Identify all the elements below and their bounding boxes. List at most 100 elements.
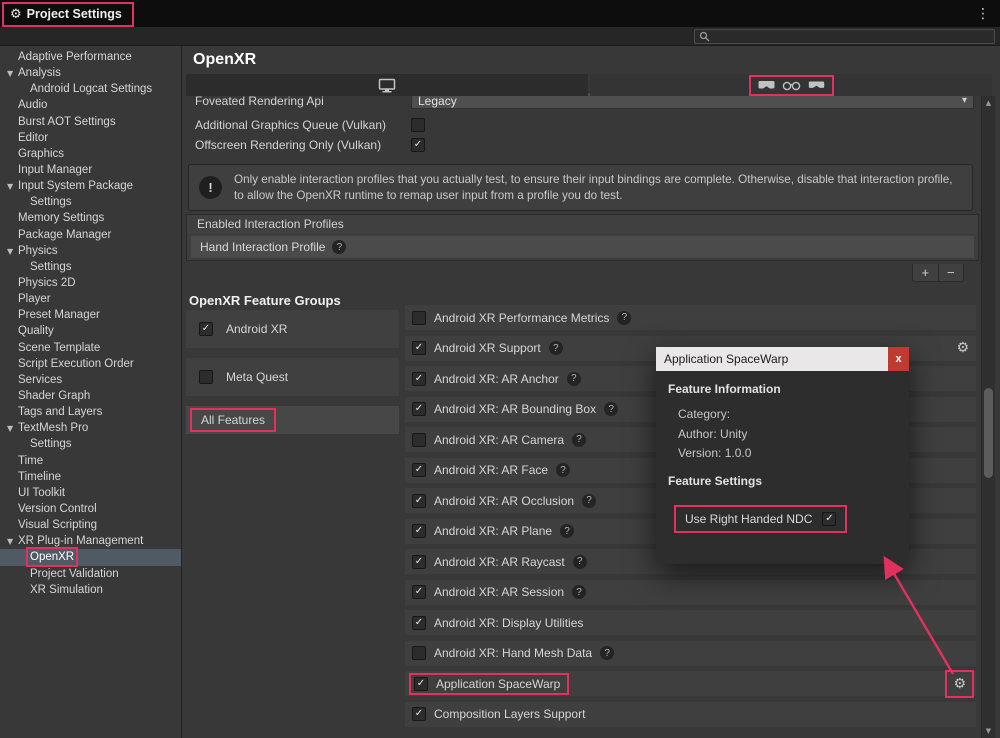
- sidebar-item-input-system-package[interactable]: ▼Input System Package: [0, 178, 181, 194]
- sidebar-item-openxr[interactable]: OpenXR: [0, 549, 181, 565]
- sidebar-item-burst-aot-settings[interactable]: Burst AOT Settings: [0, 114, 181, 130]
- tab-desktop-platform[interactable]: [186, 74, 588, 96]
- feature-toggle: Android XR: AR Camera?: [412, 433, 586, 447]
- sidebar-item-audio[interactable]: Audio: [0, 97, 181, 113]
- sidebar-item-label: Editor: [18, 132, 48, 144]
- sidebar-item-tags-and-layers[interactable]: Tags and Layers: [0, 404, 181, 420]
- checkbox[interactable]: ✓: [412, 616, 426, 630]
- search-input[interactable]: [713, 31, 990, 43]
- sidebar-item-project-validation[interactable]: Project Validation: [0, 566, 181, 582]
- kebab-menu-icon[interactable]: ⋮: [976, 6, 990, 22]
- checkbox[interactable]: [412, 311, 426, 325]
- sidebar-item-player[interactable]: Player: [0, 291, 181, 307]
- feature-row-android-xr-hand-mesh-data: Android XR: Hand Mesh Data?: [405, 641, 976, 666]
- sidebar-item-quality[interactable]: Quality: [0, 323, 181, 339]
- sidebar-item-label: Shader Graph: [18, 390, 90, 402]
- search-box[interactable]: [694, 29, 995, 44]
- checkbox[interactable]: [199, 370, 213, 384]
- sidebar-item-scene-template[interactable]: Scene Template: [0, 340, 181, 356]
- tab-xr-devices-platform[interactable]: [590, 74, 992, 96]
- help-icon[interactable]: ?: [549, 341, 563, 355]
- popup-header[interactable]: Application SpaceWarp x: [656, 347, 909, 371]
- sidebar-item-timeline[interactable]: Timeline: [0, 469, 181, 485]
- help-icon[interactable]: ?: [572, 433, 586, 447]
- expander-icon[interactable]: ▼: [4, 179, 18, 195]
- sidebar-item-android-logcat-settings[interactable]: Android Logcat Settings: [0, 81, 181, 97]
- expander-icon[interactable]: ▼: [4, 534, 18, 550]
- sidebar-item-settings[interactable]: Settings: [0, 194, 181, 210]
- sidebar: Adaptive Performance▼AnalysisAndroid Log…: [0, 46, 182, 738]
- expander-icon[interactable]: ▼: [4, 244, 18, 260]
- feature-group-all-features[interactable]: All Features: [186, 406, 399, 434]
- help-icon[interactable]: ?: [572, 585, 586, 599]
- sidebar-item-label: Package Manager: [18, 229, 111, 241]
- sidebar-item-settings[interactable]: Settings: [0, 259, 181, 275]
- expander-icon[interactable]: ▼: [4, 421, 18, 437]
- feature-information-heading: Feature Information: [668, 382, 897, 396]
- gear-icon[interactable]: ⚙: [945, 670, 974, 698]
- help-icon[interactable]: ?: [332, 240, 346, 254]
- sidebar-item-ui-toolkit[interactable]: UI Toolkit: [0, 485, 181, 501]
- feature-group-android-xr[interactable]: ✓Android XR: [186, 310, 399, 348]
- sidebar-item-editor[interactable]: Editor: [0, 130, 181, 146]
- feature-row-android-xr-performance-metrics: Android XR Performance Metrics?: [405, 305, 976, 330]
- checkbox[interactable]: ✓: [412, 402, 426, 416]
- help-icon[interactable]: ?: [567, 372, 581, 386]
- checkbox[interactable]: ✓: [412, 494, 426, 508]
- feature-toggle: Android XR: Hand Mesh Data?: [412, 646, 614, 660]
- feature-label: Android XR: AR Plane: [434, 524, 552, 538]
- sidebar-item-adaptive-performance[interactable]: Adaptive Performance: [0, 49, 181, 65]
- checkbox[interactable]: [412, 646, 426, 660]
- main-panel: OpenXR: [183, 46, 1000, 738]
- feature-group-meta-quest[interactable]: Meta Quest: [186, 358, 399, 396]
- sidebar-item-physics[interactable]: ▼Physics: [0, 243, 181, 259]
- use-right-handed-ndc-checkbox[interactable]: ✓: [822, 512, 836, 526]
- help-icon[interactable]: ?: [600, 646, 614, 660]
- help-icon[interactable]: ?: [582, 494, 596, 508]
- scrollbar-thumb[interactable]: [984, 388, 993, 478]
- sidebar-item-analysis[interactable]: ▼Analysis: [0, 65, 181, 81]
- checkbox[interactable]: ✓: [412, 463, 426, 477]
- sidebar-item-label: Scene Template: [18, 342, 100, 354]
- sidebar-item-script-execution-order[interactable]: Script Execution Order: [0, 356, 181, 372]
- vertical-scrollbar[interactable]: ▲ ▼: [981, 96, 995, 738]
- sidebar-item-package-manager[interactable]: Package Manager: [0, 227, 181, 243]
- sidebar-item-settings[interactable]: Settings: [0, 436, 181, 452]
- sidebar-item-services[interactable]: Services: [0, 372, 181, 388]
- help-icon[interactable]: ?: [573, 555, 587, 569]
- sidebar-item-xr-simulation[interactable]: XR Simulation: [0, 582, 181, 598]
- checkbox[interactable]: ✓: [414, 677, 428, 691]
- sidebar-item-time[interactable]: Time: [0, 453, 181, 469]
- interaction-profile-label: Hand Interaction Profile: [200, 240, 325, 254]
- sidebar-item-graphics[interactable]: Graphics: [0, 146, 181, 162]
- expander-icon[interactable]: ▼: [4, 66, 18, 82]
- checkbox[interactable]: [412, 433, 426, 447]
- checkbox[interactable]: ✓: [412, 372, 426, 386]
- sidebar-item-textmesh-pro[interactable]: ▼TextMesh Pro: [0, 420, 181, 436]
- sidebar-item-input-manager[interactable]: Input Manager: [0, 162, 181, 178]
- sidebar-item-physics-2d[interactable]: Physics 2D: [0, 275, 181, 291]
- gear-icon[interactable]: ⚙: [956, 341, 969, 355]
- sidebar-item-xr-plug-in-management[interactable]: ▼XR Plug-in Management: [0, 533, 181, 549]
- checkbox[interactable]: ✓: [412, 524, 426, 538]
- checkbox[interactable]: ✓: [412, 341, 426, 355]
- help-icon[interactable]: ?: [560, 524, 574, 538]
- help-icon[interactable]: ?: [604, 402, 618, 416]
- check-icon: ✓: [825, 514, 833, 524]
- scroll-up-icon[interactable]: ▲: [982, 99, 995, 107]
- sidebar-item-version-control[interactable]: Version Control: [0, 501, 181, 517]
- checkbox[interactable]: ✓: [412, 585, 426, 599]
- sidebar-item-shader-graph[interactable]: Shader Graph: [0, 388, 181, 404]
- sidebar-item-visual-scripting[interactable]: Visual Scripting: [0, 517, 181, 533]
- checkbox[interactable]: ✓: [199, 322, 213, 336]
- scroll-down-icon[interactable]: ▼: [982, 727, 995, 735]
- feature-label: Android XR: AR Occlusion: [434, 494, 574, 508]
- checkbox[interactable]: ✓: [412, 707, 426, 721]
- help-icon[interactable]: ?: [556, 463, 570, 477]
- sidebar-item-memory-settings[interactable]: Memory Settings: [0, 210, 181, 226]
- feature-toggle: ✓Android XR: AR Face?: [412, 463, 570, 477]
- help-icon[interactable]: ?: [617, 311, 631, 325]
- checkbox[interactable]: ✓: [412, 555, 426, 569]
- popup-close-button[interactable]: x: [888, 347, 909, 371]
- sidebar-item-preset-manager[interactable]: Preset Manager: [0, 307, 181, 323]
